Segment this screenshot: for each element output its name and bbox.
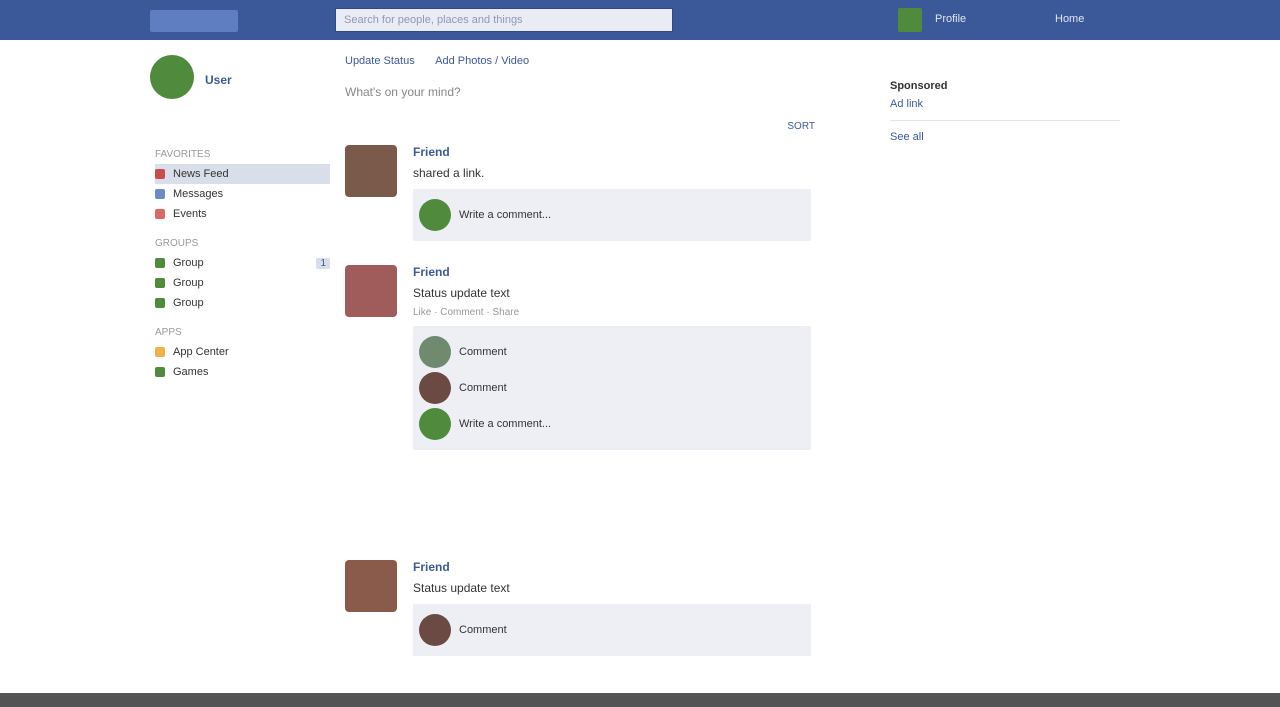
post-text: Status update text [413,581,510,595]
comment-input-row[interactable]: Write a comment... [419,199,805,231]
group-icon [155,298,165,308]
comment-list: Comment [413,604,811,656]
post-author-avatar[interactable] [345,145,397,197]
comment: Comment [419,336,805,368]
notification-count: 1 [316,257,330,269]
sidebar-item-label: Group [173,257,204,269]
top-navigation-bar: Search for people, places and things Pro… [0,0,1280,40]
comment-input[interactable]: Write a comment... [459,209,551,221]
post-actions[interactable]: Like · Comment · Share [413,307,811,318]
sidebar-item-label: Group [173,297,204,309]
comment-text: Comment [459,624,507,636]
sidebar-section-label: FAVORITES [155,149,211,160]
post-author-name[interactable]: Friend [413,265,811,279]
post-author-avatar[interactable] [345,265,397,317]
status-composer: Update Status Add Photos / Video What's … [345,55,835,99]
profile-link[interactable]: Profile [935,13,966,25]
sidebar-item-news-feed[interactable]: News Feed [155,164,330,184]
sidebar-item-label: Games [173,366,209,378]
post-author-name[interactable]: Friend [413,145,811,159]
sidebar-section-label: APPS [155,327,182,338]
search-input[interactable]: Search for people, places and things [335,8,673,32]
events-icon [155,209,165,219]
post-body: Friend Status update text Comment [413,560,811,656]
taskbar [0,693,1280,707]
sidebar-section-label: GROUPS [155,238,199,249]
comment-text: Comment [459,382,507,394]
comment: Comment [419,372,805,404]
ad-link[interactable]: Ad link [890,98,1120,110]
avatar [419,372,451,404]
sort-button[interactable]: SORT [787,121,815,132]
post-body: Friend shared a link. Write a comment... [413,145,811,241]
sidebar-item-label: Group [173,277,204,289]
sidebar-item-group[interactable]: Group [155,293,330,313]
profile-picture[interactable] [150,55,194,99]
comment-text: Comment [459,346,507,358]
sidebar-item-group[interactable]: Group [155,273,330,293]
facebook-logo[interactable] [150,10,238,32]
app-center-icon [155,347,165,357]
post-author-name[interactable]: Friend [413,560,811,574]
news-feed: Update Status Add Photos / Video What's … [345,55,835,656]
divider [890,120,1120,121]
right-sidebar: Sponsored Ad link See all [890,80,1120,143]
sidebar-navigation: FAVORITES News Feed Messages Events GROU… [155,135,330,382]
comment: Comment [419,614,805,646]
profile-avatar[interactable] [898,8,922,32]
games-icon [155,367,165,377]
avatar [419,336,451,368]
sidebar-item-group[interactable]: Group 1 [155,253,330,273]
composer-tabs: Update Status Add Photos / Video [345,55,835,67]
tab-add-photos[interactable]: Add Photos / Video [435,55,529,67]
sidebar-item-events[interactable]: Events [155,204,330,224]
tab-update-status[interactable]: Update Status [345,55,415,67]
sidebar-item-label: App Center [173,346,229,358]
group-icon [155,258,165,268]
sidebar-item-label: Messages [173,188,224,200]
avatar [419,199,451,231]
comment-input-row[interactable]: Write a comment... [419,408,805,440]
post-body: Friend Status update text Like · Comment… [413,265,811,450]
home-link[interactable]: Home [1055,13,1084,25]
sidebar-item-app-center[interactable]: App Center [155,342,330,362]
avatar [419,408,451,440]
status-input[interactable]: What's on your mind? [345,85,835,99]
profile-name[interactable]: User [205,73,232,87]
post-author-avatar[interactable] [345,560,397,612]
sidebar-item-games[interactable]: Games [155,362,330,382]
avatar [419,614,451,646]
comment-list: Write a comment... [413,189,811,241]
post-text: shared a link. [413,166,485,180]
news-feed-icon [155,169,165,179]
post-text: Status update text [413,286,510,300]
comment-list: Comment Comment Write a comment... [413,326,811,450]
sidebar-item-label: Events [173,208,207,220]
sidebar-item-messages[interactable]: Messages [155,184,330,204]
group-icon [155,278,165,288]
comment-input[interactable]: Write a comment... [459,418,551,430]
sidebar-item-label: News Feed [173,168,229,180]
see-all-link[interactable]: See all [890,131,1120,143]
messages-icon [155,189,165,199]
sponsored-title: Sponsored [890,80,948,92]
